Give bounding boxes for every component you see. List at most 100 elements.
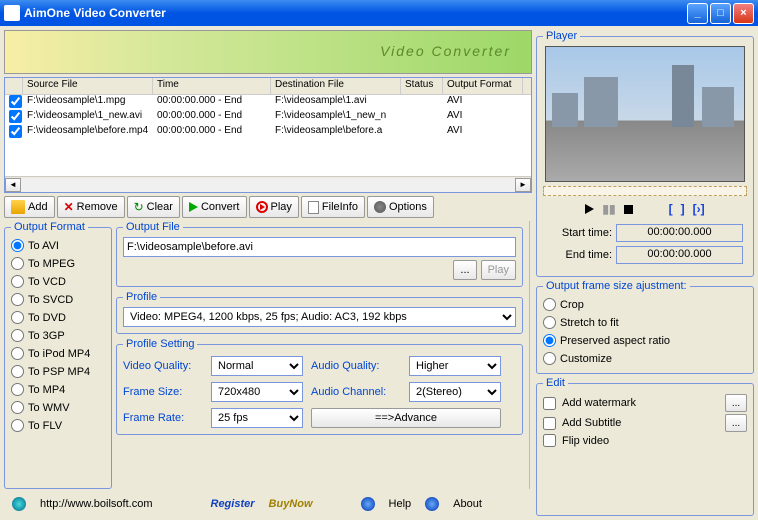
frame-size-label: Frame Size: xyxy=(123,386,203,398)
video-quality-select[interactable]: Normal xyxy=(211,356,303,376)
format-radio[interactable] xyxy=(11,275,24,288)
format-to-dvd[interactable]: To DVD xyxy=(11,311,105,324)
horizontal-scrollbar[interactable]: ◄ ► xyxy=(5,176,531,192)
format-to-3gp[interactable]: To 3GP xyxy=(11,329,105,342)
watermark-checkbox[interactable] xyxy=(543,397,556,410)
ofs-radio[interactable] xyxy=(543,352,556,365)
table-row[interactable]: F:\videosample\1_new.avi00:00:00.000 - E… xyxy=(5,110,531,125)
player-pause-icon[interactable]: ▮▮ xyxy=(602,202,615,216)
scroll-right-icon[interactable]: ► xyxy=(515,178,531,192)
bracket-open-icon[interactable]: [ xyxy=(669,202,673,216)
player-play-icon[interactable] xyxy=(585,204,594,214)
format-radio[interactable] xyxy=(11,293,24,306)
remove-button[interactable]: ✕Remove xyxy=(57,196,125,218)
frame-size-select[interactable]: 720x480 xyxy=(211,382,303,402)
ofs-radio[interactable] xyxy=(543,334,556,347)
format-to-avi[interactable]: To AVI xyxy=(11,239,105,252)
format-radio[interactable] xyxy=(11,257,24,270)
info-icon xyxy=(425,497,439,511)
format-radio[interactable] xyxy=(11,239,24,252)
scroll-left-icon[interactable]: ◄ xyxy=(5,178,21,192)
frame-size-adjustment-panel: Output frame size ajustment: CropStretch… xyxy=(536,280,754,374)
gear-icon xyxy=(374,201,386,213)
output-file-input[interactable] xyxy=(123,237,516,257)
row-checkbox[interactable] xyxy=(9,125,22,138)
format-radio[interactable] xyxy=(11,329,24,342)
col-status[interactable]: Status xyxy=(401,78,443,94)
format-to-svcd[interactable]: To SVCD xyxy=(11,293,105,306)
frame-rate-label: Frame Rate: xyxy=(123,412,203,424)
banner: Video Converter xyxy=(4,30,532,74)
play-icon xyxy=(189,202,198,212)
bracket-next-icon[interactable]: [›] xyxy=(693,202,705,216)
play-button[interactable]: Play xyxy=(249,196,299,218)
audio-quality-select[interactable]: Higher xyxy=(409,356,501,376)
browse-button[interactable]: ... xyxy=(453,260,476,280)
frame-rate-select[interactable]: 25 fps xyxy=(211,408,303,428)
video-preview[interactable] xyxy=(545,46,745,182)
col-format[interactable]: Output Format xyxy=(443,78,523,94)
profile-panel: Profile Video: MPEG4, 1200 kbps, 25 fps;… xyxy=(116,291,523,334)
minimize-button[interactable]: _ xyxy=(687,3,708,24)
format-to-psp-mp4[interactable]: To PSP MP4 xyxy=(11,365,105,378)
col-time[interactable]: Time xyxy=(153,78,271,94)
advance-button[interactable]: ==>Advance xyxy=(311,408,501,428)
footer: http://www.boilsoft.com Register BuyNow … xyxy=(4,492,532,516)
fileinfo-button[interactable]: FileInfo xyxy=(301,196,365,218)
subtitle-browse-button[interactable]: ... xyxy=(725,414,747,432)
edit-legend: Edit xyxy=(543,377,568,389)
ofs-crop[interactable]: Crop xyxy=(543,298,747,311)
format-radio[interactable] xyxy=(11,401,24,414)
audio-channel-select[interactable]: 2(Stereo) xyxy=(409,382,501,402)
watermark-browse-button[interactable]: ... xyxy=(725,394,747,412)
website-link[interactable]: http://www.boilsoft.com xyxy=(40,498,153,510)
row-checkbox[interactable] xyxy=(9,95,22,108)
table-row[interactable]: F:\videosample\1.mpg00:00:00.000 - EndF:… xyxy=(5,95,531,110)
format-radio[interactable] xyxy=(11,383,24,396)
format-to-mpeg[interactable]: To MPEG xyxy=(11,257,105,270)
register-link[interactable]: Register xyxy=(211,498,255,510)
format-to-flv[interactable]: To FLV xyxy=(11,419,105,432)
ofs-customize[interactable]: Customize xyxy=(543,352,747,365)
ofs-radio[interactable] xyxy=(543,298,556,311)
format-to-vcd[interactable]: To VCD xyxy=(11,275,105,288)
table-row[interactable]: F:\videosample\before.mp400:00:00.000 - … xyxy=(5,125,531,140)
ofs-preserved-aspect-ratio[interactable]: Preserved aspect ratio xyxy=(543,334,747,347)
end-time-label: End time: xyxy=(547,249,612,261)
close-button[interactable]: × xyxy=(733,3,754,24)
format-radio[interactable] xyxy=(11,347,24,360)
format-radio[interactable] xyxy=(11,365,24,378)
format-radio[interactable] xyxy=(11,419,24,432)
bracket-close-icon[interactable]: ] xyxy=(681,202,685,216)
player-panel: Player ▮▮ [ ] [›] Start time: xyxy=(536,30,754,277)
ofs-stretch-to-fit[interactable]: Stretch to fit xyxy=(543,316,747,329)
ofs-radio[interactable] xyxy=(543,316,556,329)
convert-button[interactable]: Convert xyxy=(182,196,247,218)
row-checkbox[interactable] xyxy=(9,110,22,123)
maximize-button[interactable]: □ xyxy=(710,3,731,24)
buynow-link[interactable]: BuyNow xyxy=(269,498,313,510)
x-icon: ✕ xyxy=(64,200,74,214)
player-stop-icon[interactable] xyxy=(624,205,633,214)
output-play-button[interactable]: Play xyxy=(481,260,516,280)
col-dest[interactable]: Destination File xyxy=(271,78,401,94)
seek-bar[interactable] xyxy=(543,186,747,196)
profile-select[interactable]: Video: MPEG4, 1200 kbps, 25 fps; Audio: … xyxy=(123,307,516,327)
window-title: AimOne Video Converter xyxy=(24,6,685,20)
col-source[interactable]: Source File xyxy=(23,78,153,94)
options-button[interactable]: Options xyxy=(367,196,434,218)
format-to-wmv[interactable]: To WMV xyxy=(11,401,105,414)
folder-icon xyxy=(11,200,25,214)
format-radio[interactable] xyxy=(11,311,24,324)
format-to-mp4[interactable]: To MP4 xyxy=(11,383,105,396)
clear-button[interactable]: ↻Clear xyxy=(127,196,180,218)
start-time-value[interactable]: 00:00:00.000 xyxy=(616,224,743,242)
help-link[interactable]: Help xyxy=(389,498,412,510)
add-button[interactable]: Add xyxy=(4,196,55,218)
about-link[interactable]: About xyxy=(453,498,482,510)
app-icon xyxy=(4,5,20,21)
flip-checkbox[interactable] xyxy=(543,434,556,447)
end-time-value[interactable]: 00:00:00.000 xyxy=(616,246,743,264)
subtitle-checkbox[interactable] xyxy=(543,417,556,430)
format-to-ipod-mp4[interactable]: To iPod MP4 xyxy=(11,347,105,360)
